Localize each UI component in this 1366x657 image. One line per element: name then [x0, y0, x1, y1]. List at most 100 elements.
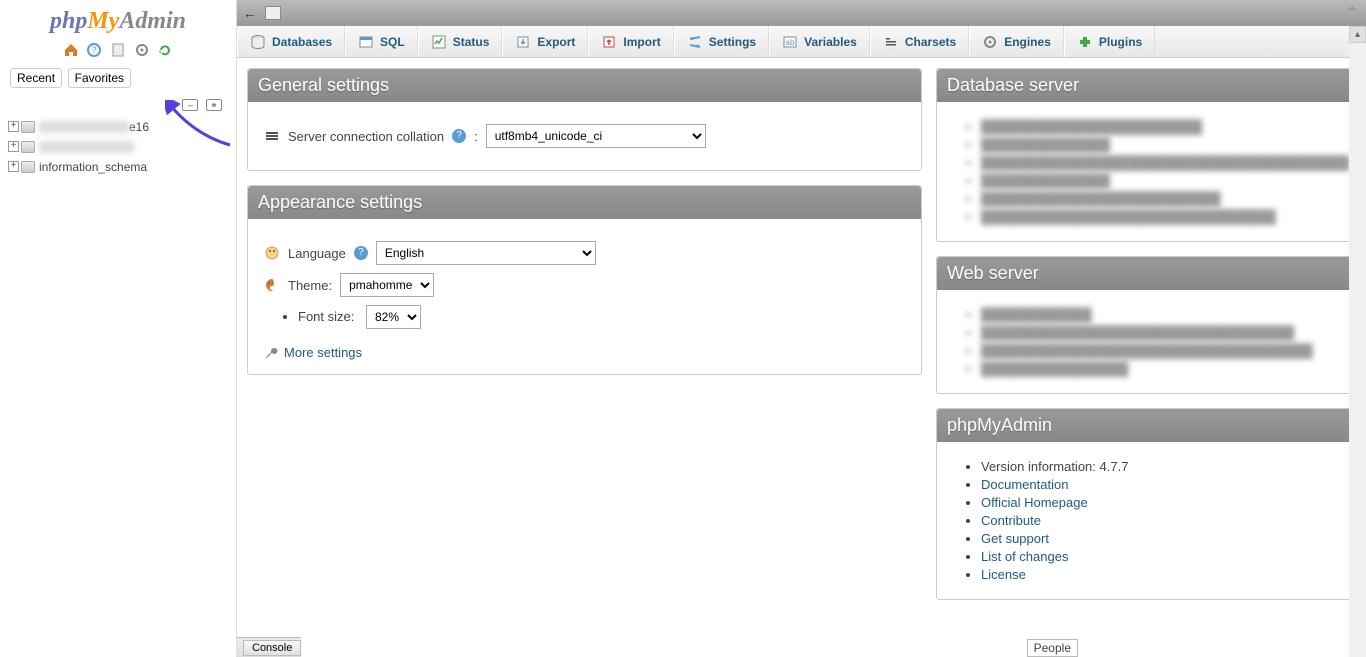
tree-row[interactable]: + [8, 137, 228, 157]
tab-variables[interactable]: ab Variables [769, 26, 870, 57]
documentation-link[interactable]: Documentation [981, 477, 1068, 492]
expand-icon[interactable]: + [8, 141, 19, 152]
tab-label: Settings [709, 35, 756, 49]
logo-part-my: My [87, 8, 119, 34]
language-label: Language [288, 246, 346, 261]
language-select[interactable]: English [376, 241, 596, 265]
database-icon [250, 34, 266, 50]
settings-gear-icon[interactable] [134, 42, 150, 58]
scroll-up-icon[interactable]: ▴ [1349, 26, 1366, 43]
web-server-panel: Web server ████████████ ████████████████… [936, 256, 1356, 394]
tab-label: Import [623, 35, 660, 49]
changes-link[interactable]: List of changes [981, 549, 1068, 564]
console-bar: Console [237, 637, 301, 657]
db-name-redacted [39, 141, 134, 153]
theme-icon [264, 277, 280, 293]
collapse-icon[interactable]: ⌃ [1346, 4, 1358, 21]
fontsize-select[interactable]: 82% [366, 305, 421, 329]
appearance-settings-panel: Appearance settings Language ? English T… [247, 185, 922, 375]
engines-icon [982, 34, 998, 50]
import-icon [601, 34, 617, 50]
collapse-all-icon[interactable]: – [182, 99, 198, 111]
database-icon [21, 161, 35, 173]
contribute-link[interactable]: Contribute [981, 513, 1041, 528]
tab-label: Status [453, 35, 490, 49]
db-name: information_schema [39, 160, 147, 174]
nav-back-icon[interactable]: ← [243, 5, 259, 21]
reload-icon[interactable] [157, 42, 173, 58]
logo[interactable]: phpMyAdmin [0, 0, 236, 37]
home-icon[interactable] [63, 42, 79, 58]
help-icon[interactable]: ? [452, 129, 466, 143]
sql-icon [358, 34, 374, 50]
topbar: ← ⌃ [237, 0, 1366, 26]
favorites-tab[interactable]: Favorites [68, 68, 131, 88]
collation-icon [264, 128, 280, 144]
panel-title: General settings [248, 69, 921, 102]
tree-row[interactable]: + information_schema [8, 157, 228, 177]
status-icon [431, 34, 447, 50]
server-info-redacted: ████████████████████████ [981, 119, 1339, 134]
tab-plugins[interactable]: Plugins [1064, 26, 1155, 57]
server-icon[interactable] [265, 6, 281, 20]
main: ← ⌃ Databases SQL Status Export Import S… [237, 0, 1366, 657]
support-link[interactable]: Get support [981, 531, 1049, 546]
tab-charsets[interactable]: Charsets [870, 26, 969, 57]
docs-icon[interactable] [110, 42, 126, 58]
tab-label: Variables [804, 35, 857, 49]
server-info-redacted: ████████████████████████████████████ [981, 343, 1339, 358]
tab-databases[interactable]: Databases [237, 26, 345, 57]
expand-icon[interactable]: + [8, 121, 19, 132]
recent-tab[interactable]: Recent [10, 68, 62, 88]
language-icon [264, 245, 280, 261]
database-server-panel: Database server ████████████████████████… [936, 68, 1356, 242]
help-icon[interactable]: ? [354, 246, 368, 260]
server-info-redacted: ████████████ [981, 307, 1339, 322]
database-icon [21, 141, 35, 153]
main-tabs: Databases SQL Status Export Import Setti… [237, 26, 1366, 58]
db-name-suffix: e16 [129, 120, 149, 134]
tab-status[interactable]: Status [418, 26, 503, 57]
tab-label: Charsets [905, 35, 956, 49]
collation-select[interactable]: utf8mb4_unicode_ci [486, 124, 706, 148]
tab-import[interactable]: Import [588, 26, 673, 57]
tab-sql[interactable]: SQL [345, 26, 418, 57]
tree-row[interactable]: + e16 [8, 117, 228, 137]
link-icon[interactable]: ⚭ [206, 99, 222, 111]
tab-label: Export [537, 35, 575, 49]
logo-part-admin: Admin [119, 8, 186, 34]
panel-title: Appearance settings [248, 186, 921, 219]
wrench-icon [264, 346, 278, 360]
tab-settings[interactable]: Settings [674, 26, 769, 57]
console-button[interactable]: Console [243, 640, 301, 656]
plugins-icon [1077, 34, 1093, 50]
tab-export[interactable]: Export [502, 26, 588, 57]
svg-text:?: ? [92, 45, 97, 55]
settings-icon [687, 34, 703, 50]
server-info-redacted: ████████████████ [981, 361, 1339, 376]
version-info: Version information: 4.7.7 [981, 459, 1339, 474]
more-settings-link[interactable]: More settings [264, 345, 905, 360]
panel-title: phpMyAdmin [937, 409, 1355, 442]
homepage-link[interactable]: Official Homepage [981, 495, 1088, 510]
db-name-redacted [39, 121, 129, 133]
theme-select[interactable]: pmahomme [340, 273, 434, 297]
server-info-redacted: ██████████████████████████ [981, 191, 1339, 206]
server-info-redacted: ████████████████████████████████████████ [981, 155, 1339, 170]
logout-icon[interactable]: ? [86, 42, 102, 58]
scrollbar[interactable]: ▴ [1349, 26, 1366, 657]
sidebar-toolbar: ? [0, 37, 236, 62]
fontsize-label: Font size: [298, 309, 354, 324]
license-link[interactable]: License [981, 567, 1026, 582]
variables-icon: ab [782, 34, 798, 50]
database-icon [21, 121, 35, 133]
content: General settings Server connection colla… [237, 58, 1366, 637]
expand-icon[interactable]: + [8, 161, 19, 172]
people-tag[interactable]: People [1027, 639, 1078, 657]
server-info-redacted: ██████████████ [981, 137, 1339, 152]
svg-text:ab: ab [786, 38, 795, 47]
tree-tools: – ⚭ [0, 94, 236, 113]
db-tree: + e16 + + information_schema [8, 117, 228, 177]
tab-engines[interactable]: Engines [969, 26, 1064, 57]
general-settings-panel: General settings Server connection colla… [247, 68, 922, 171]
